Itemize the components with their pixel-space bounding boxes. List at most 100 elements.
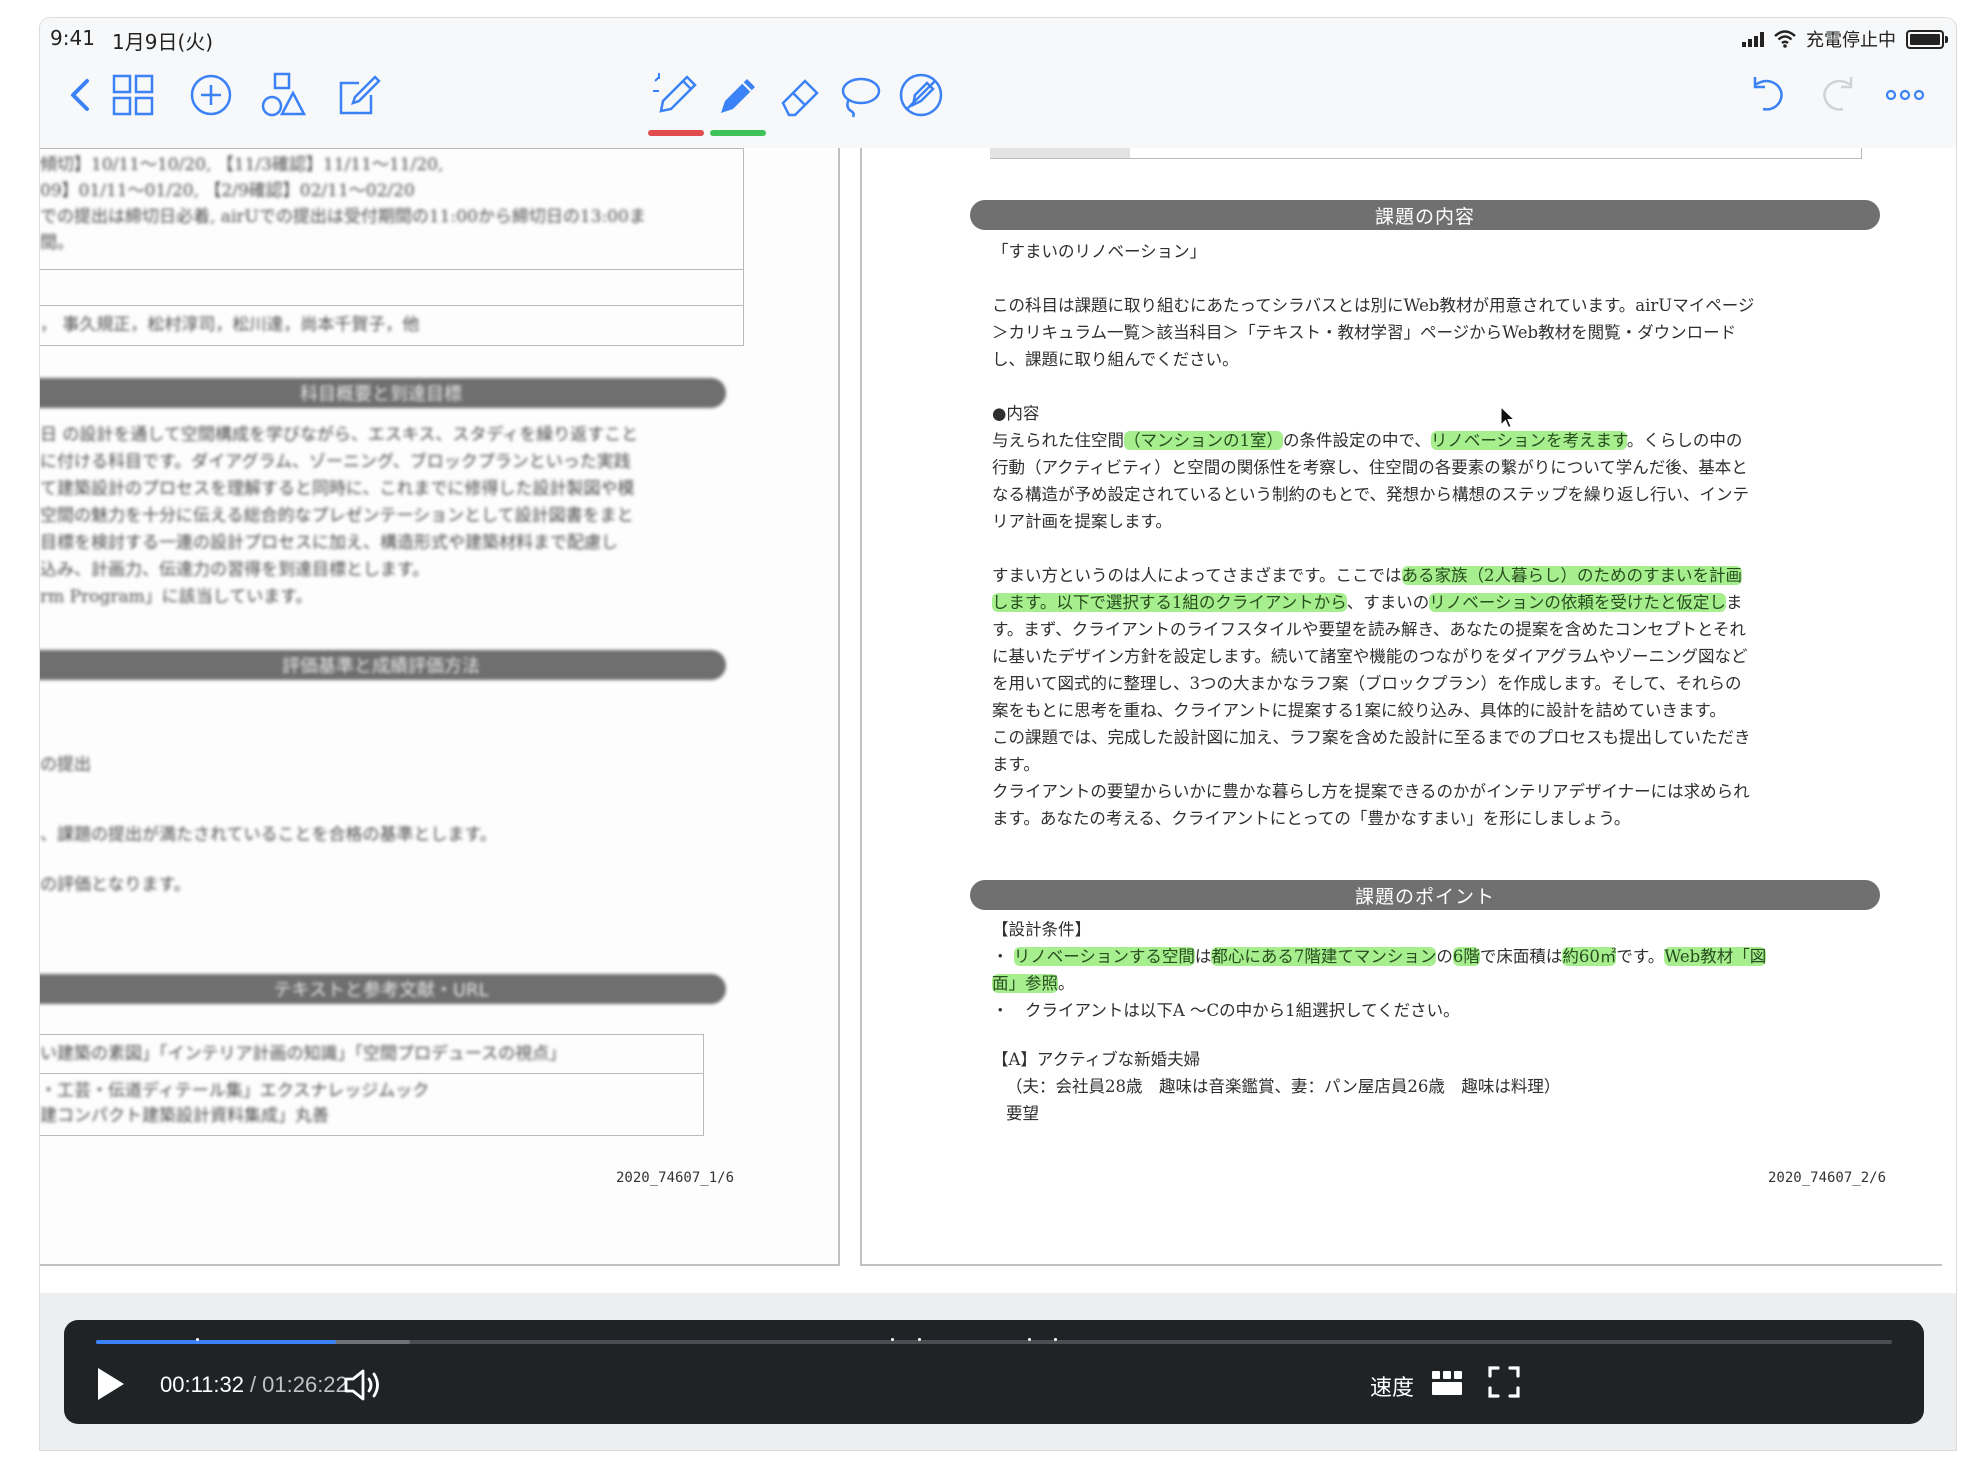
section-header: 科目概要と到達目標 [40, 378, 726, 408]
approach-paragraph: すまい方というのは人によってさまざまです。ここではある家族（2人暮らし）のための… [992, 562, 1872, 832]
left-page[interactable]: 傾切】10/11～10/20, 【11/3確認】11/11～11/20, 09】… [40, 148, 840, 1266]
text-run: です。 [1616, 947, 1665, 966]
point-line: ・ クライアントは以下A ～Cの中から1組選択してください。 [992, 1001, 1460, 1020]
client-a-request: 要望 [1006, 1104, 1039, 1123]
shapes-icon[interactable] [254, 66, 312, 124]
redo-icon[interactable] [1810, 66, 1868, 124]
highlight: リノベーションの依頼を受けたと仮定し [1429, 593, 1726, 612]
bullet: ・ [992, 947, 1009, 966]
text-run: ま [1725, 593, 1743, 612]
battery-icon [1906, 29, 1948, 49]
approach-line: す。まず、クライアントのライフスタイルや要望を読み解き、あなたの提案を含めたコン… [992, 620, 1746, 639]
intro-paragraph: この科目は課題に取り組むにあたってシラバスとは別にWeb教材が用意されています。… [992, 292, 1872, 373]
charging-status: 充電停止中 [1806, 30, 1896, 51]
chapter-marker [918, 1338, 921, 1341]
section-header: 評価基準と成績評価方法 [40, 650, 726, 680]
content-heading: ●内容 [992, 404, 1040, 423]
chapter-marker [196, 1338, 199, 1341]
content-paragraph: ●内容 与えられた住空間（マンションの1室）の条件設定の中で、リノベーションを考… [992, 400, 1872, 535]
pointer-off-icon[interactable] [892, 66, 950, 124]
right-page[interactable]: 課題の内容 「すまいのリノベーション」 この科目は課題に取り組むにあたってシラバ… [860, 148, 1942, 1266]
body-line: の提出 [40, 755, 91, 775]
body-line: 日 の設計を通して空間構成を学びながら、エスキス、スタディを繰り返すこと [40, 425, 639, 445]
chapter-marker [1054, 1338, 1057, 1341]
back-chevron-icon[interactable] [52, 66, 110, 124]
document-area[interactable]: 傾切】10/11～10/20, 【11/3確認】11/11～11/20, 09】… [40, 148, 1956, 1293]
approach-line: すまい方というのは人によってさまざまです。ここではある家族（2人暮らし）のための… [992, 562, 1872, 589]
approach-line: ます。あなたの考える、クライアントにとっての「豊かなすまい」を形にしましょう。 [992, 809, 1631, 828]
time-display: 00:11:32/01:26:22 [160, 1372, 348, 1398]
body-line: 空間の魅力を十分に伝える総合的なプレゼンテーションとして設計図書をまと [40, 506, 634, 526]
content-line: リア計画を提案します。 [992, 512, 1172, 531]
page-number: 2020_74607_2/6 [1768, 1170, 1887, 1186]
speed-button[interactable]: 速度 [1370, 1370, 1414, 1402]
authors-row: ， 事久規正，松村淳司，松川達，尚本千賀子，他 [40, 315, 420, 335]
reference-line: い建築の素図」「インテリア計画の知識」「空間プロデュースの視点」 [40, 1044, 567, 1064]
highlight: リノベーションを考えます [1430, 431, 1627, 450]
grid-icon[interactable] [104, 66, 162, 124]
intro-line: ＞カリキュラム一覧＞該当科目＞「テキスト・教材学習」ページからWeb教材を閲覧・… [992, 323, 1737, 342]
fullscreen-icon[interactable] [1486, 1364, 1522, 1400]
table-divider [40, 1073, 703, 1074]
content-line: なる構造が予め設定されているという制約のもとで、発想から構想のステップを繰り返し… [992, 485, 1750, 504]
status-right: 充電停止中 [1742, 26, 1948, 52]
app-frame: 9:41 1月9日(火) 充電停止中 傾切】10/11～10/20, 【11/3… [40, 18, 1956, 1450]
toolbar [40, 56, 1956, 149]
approach-line: を用いて図式的に整理し、3つの大まかなラフ案（ブロックプラン）を作成します。そし… [992, 674, 1742, 693]
approach-line: に基いたデザイン方針を設定します。続いて諸室や機能のつながりをダイアグラムやゾー… [992, 647, 1748, 666]
reference-line: ・工芸・伝道ディテール集」エクスナレッジムック [40, 1081, 430, 1101]
body-line: 込み、計画力、伝達力の習得を到達目標とします。 [40, 560, 430, 580]
page-number: 2020_74607_1/6 [616, 1170, 735, 1186]
subject-title: 「すまいのリノベーション」 [992, 238, 1872, 265]
table-divider [40, 269, 743, 270]
time-separator: / [250, 1372, 257, 1397]
content-line: 行動（アクティビティ）と空間の関係性を考察し、住空間の各要素の繋がりについて学ん… [992, 458, 1748, 477]
schedule-row: での提出は締切日必着, airUでの提出は受付期間の11:00から締切日の13:… [40, 207, 646, 227]
highlighter-icon[interactable] [708, 66, 766, 124]
text-run: で床面積は [1479, 947, 1563, 966]
body-line: 、課題の提出が満たされていることを合格の基準とします。 [40, 825, 497, 845]
highlight: （マンションの1室） [1124, 431, 1283, 450]
add-circle-icon[interactable] [182, 66, 240, 124]
section-header-content: 課題の内容 [970, 200, 1880, 230]
highlighter-color-indicator [710, 130, 766, 136]
text-run: 。くらしの中の [1626, 431, 1743, 450]
highlight: Web教材「図 [1664, 947, 1767, 966]
text-run: の [1436, 947, 1453, 966]
subject-title-text: 「すまいのリノベーション」 [992, 242, 1207, 261]
lasso-icon[interactable] [830, 66, 888, 124]
volume-icon[interactable] [342, 1366, 384, 1404]
point-line: 面」参照。 [992, 970, 1872, 997]
play-icon[interactable] [90, 1364, 130, 1404]
approach-line: クライアントの要望からいかに豊かな暮らし方を提案できるのかがインテリアデザイナー… [992, 782, 1750, 801]
duration: 01:26:22 [262, 1372, 348, 1397]
points-list: 【設計条件】 ・ リノベーションする空間は都心にある7階建てマンションの6階で床… [992, 916, 1872, 1024]
body-line: て建築設計のプロセスを理解すると同時に、これまでに修得した設計製図や模 [40, 479, 635, 499]
schedule-row: 間。 [40, 233, 74, 253]
status-time: 9:41 [50, 26, 95, 50]
approach-line: 案をもとに思考を重ね、クライアントに提案する1案に絞り込み、具体的に設計を詰めて… [992, 701, 1726, 720]
text-run: 、すまいの [1346, 593, 1430, 612]
table-divider [40, 305, 743, 306]
schedule-row: 傾切】10/11～10/20, 【11/3確認】11/11～11/20, [40, 155, 444, 175]
status-date: 1月9日(火) [112, 30, 214, 54]
design-conditions-heading: 【設計条件】 [992, 920, 1091, 939]
approach-line: ます。 [992, 755, 1040, 774]
more-icon[interactable] [1876, 66, 1934, 124]
eraser-icon[interactable] [770, 66, 828, 124]
mouse-cursor-icon [1500, 406, 1516, 429]
edit-icon[interactable] [330, 66, 388, 124]
reference-line: 建コンパクト建築設計資料集成」丸善 [40, 1106, 329, 1126]
video-controls: 00:11:32/01:26:22 速度 [64, 1320, 1924, 1424]
client-a-detail: （夫：会社員28歳 趣味は音楽鑑賞、妻：パン屋店員26歳 趣味は料理） [1006, 1077, 1561, 1096]
undo-icon[interactable] [1738, 66, 1796, 124]
pen-tool-icon[interactable] [646, 66, 704, 124]
chapter-marker [891, 1338, 894, 1341]
text-run: 。 [1058, 974, 1075, 993]
client-a-title: 【A】アクティブな新婚夫婦 [992, 1050, 1201, 1069]
schedule-row: 09】01/11～01/20, 【2/9確認】02/11～02/20 [40, 181, 415, 201]
progress-bar[interactable] [96, 1338, 1892, 1344]
text-run: すまい方というのは人によってさまざまです。ここでは [992, 566, 1402, 585]
chapters-grid-icon[interactable] [1430, 1366, 1464, 1400]
highlight: 面」参照 [992, 974, 1058, 993]
